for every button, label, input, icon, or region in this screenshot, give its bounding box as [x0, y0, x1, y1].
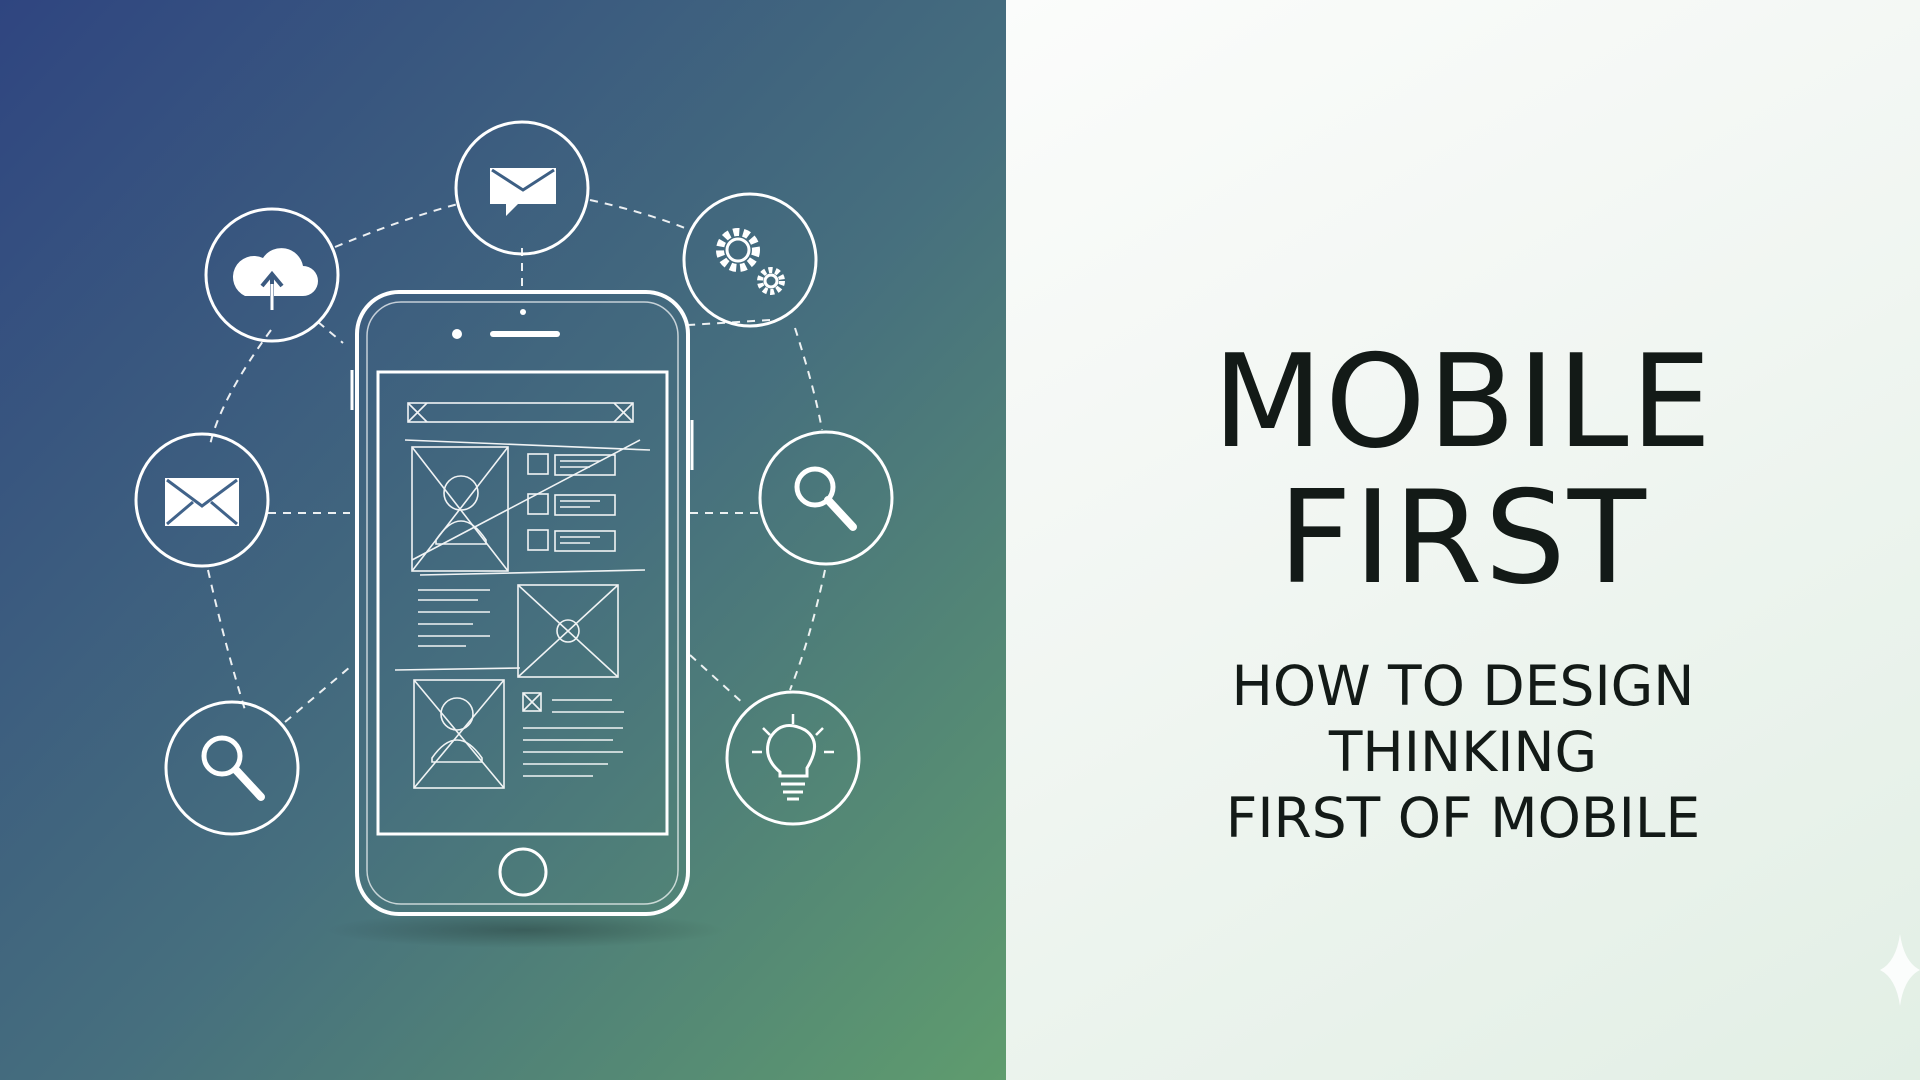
illustration-panel	[0, 0, 1006, 1080]
headline: MOBILE FIRST	[1006, 335, 1920, 607]
sparkle-icon	[1880, 934, 1920, 1006]
title-panel: MOBILE FIRST HOW TO DESIGN THINKING FIRS…	[1006, 0, 1920, 1080]
headline-line-2: FIRST	[1278, 464, 1648, 613]
subtitle-line-1: HOW TO DESIGN	[1231, 654, 1695, 718]
subtitle-line-3: FIRST OF MOBILE	[1225, 786, 1701, 850]
subtitle-line-2: THINKING	[1328, 720, 1598, 784]
headline-line-1: MOBILE	[1212, 328, 1714, 477]
subtitle: HOW TO DESIGN THINKING FIRST OF MOBILE	[1006, 653, 1920, 851]
